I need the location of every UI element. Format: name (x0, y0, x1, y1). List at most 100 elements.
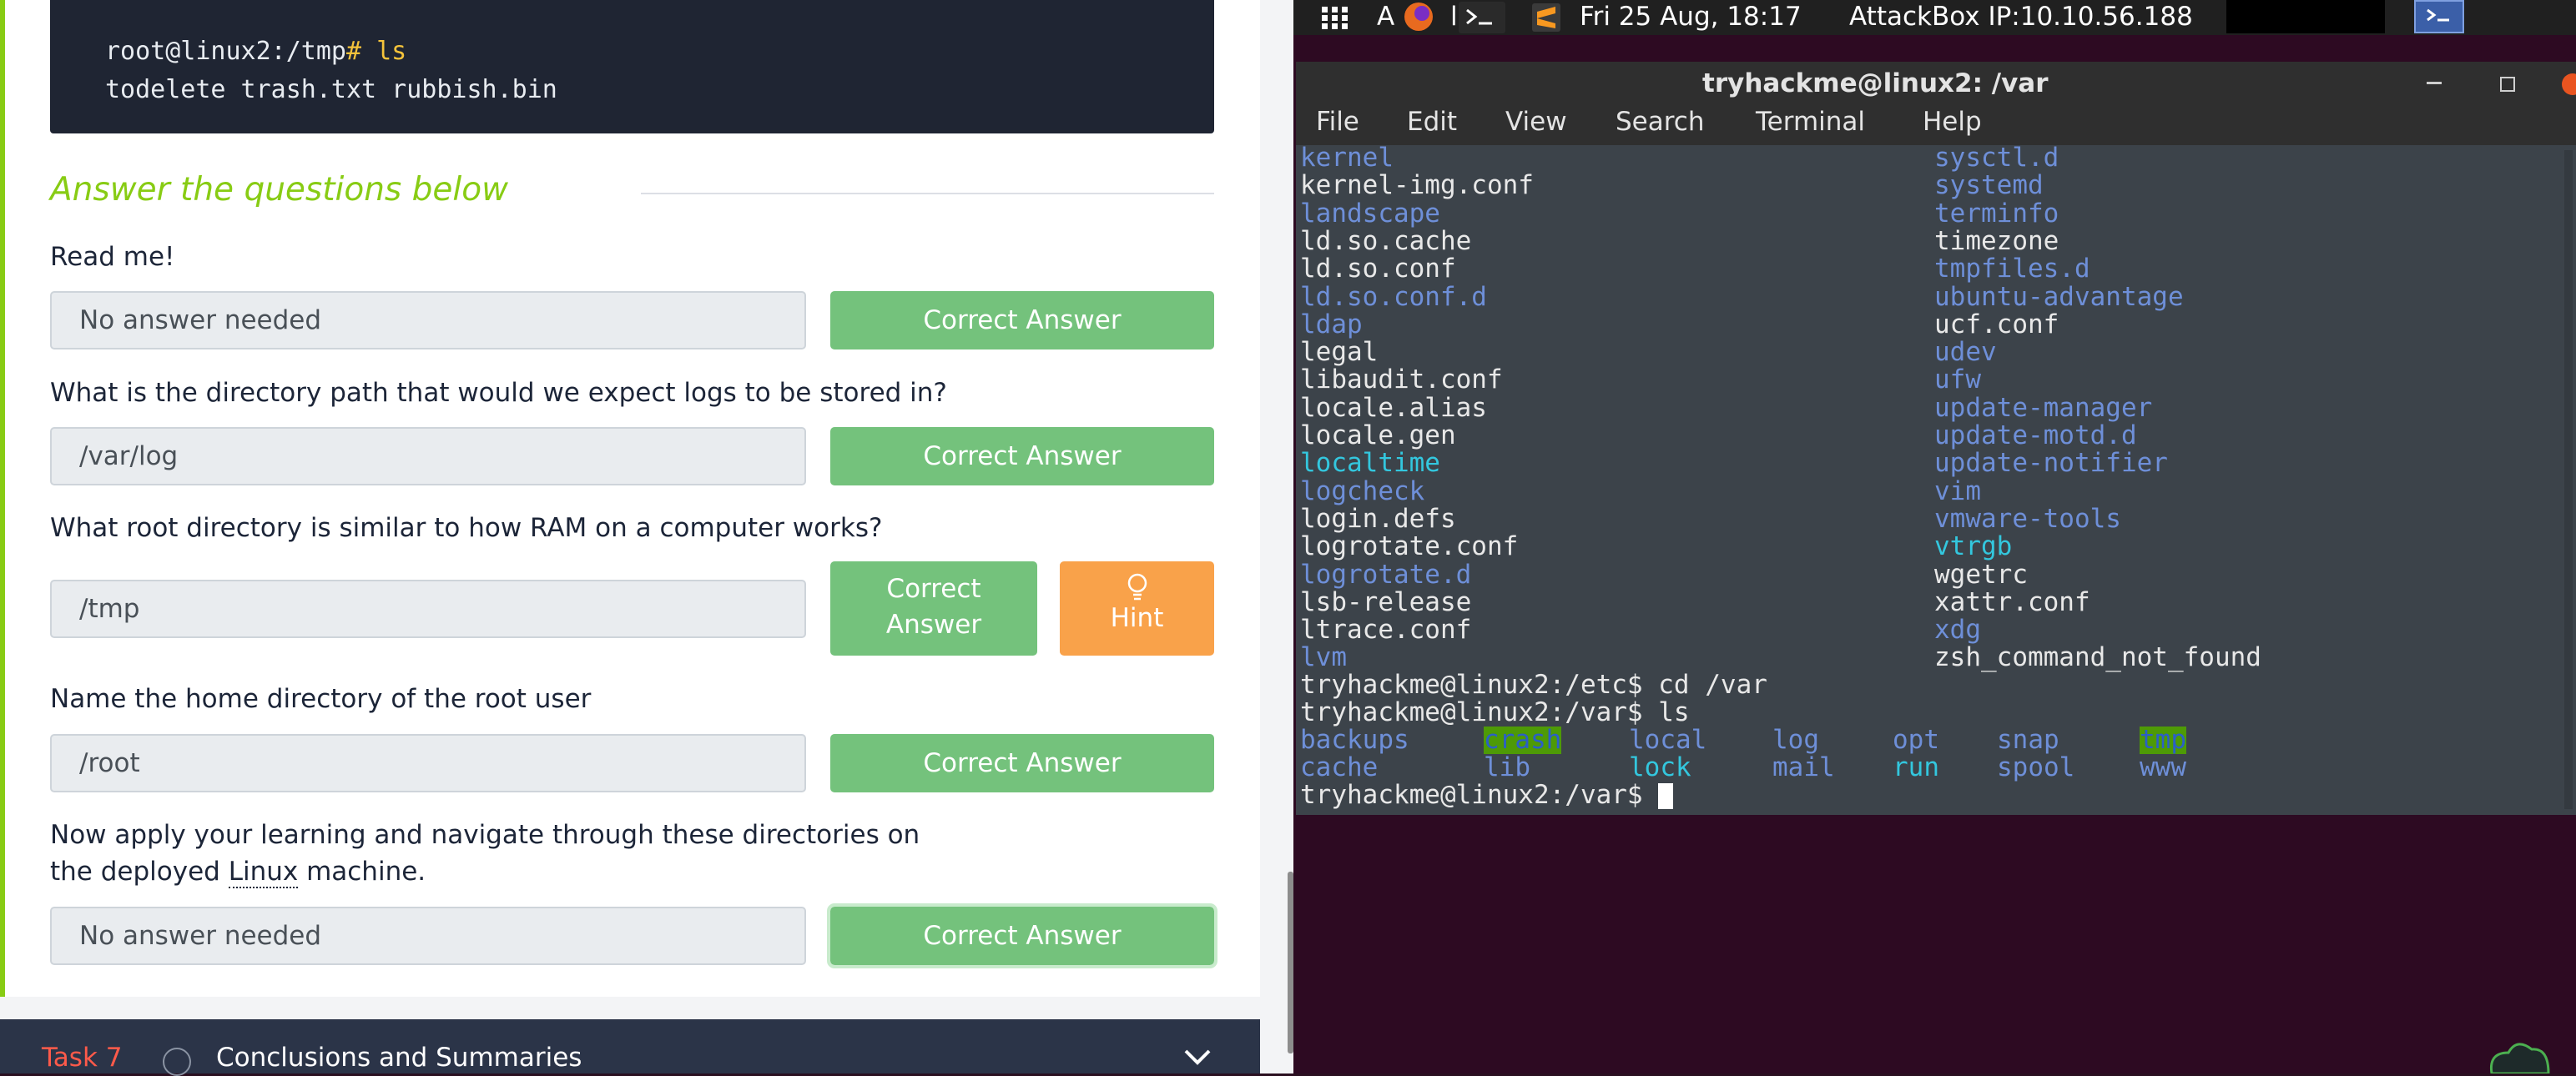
terminal-entry: timezone (1934, 225, 2059, 256)
terminal-var-entry: tmp (2140, 725, 2186, 755)
terminal-entry: sysctl.d (1934, 143, 2059, 173)
terminal-var-entry: crash (1484, 725, 1562, 755)
blacked-out-area (2226, 0, 2385, 33)
terminal-prompt-line[interactable]: tryhackme@linux2:/var$ (1300, 780, 1674, 810)
terminal-var-entry: opt (1893, 725, 1939, 755)
terminal-entry: kernel (1300, 143, 1394, 173)
menu-search[interactable]: Search (1616, 107, 1705, 137)
terminal-var-entry: lock (1629, 752, 1691, 782)
firefox-icon[interactable] (1394, 0, 1445, 33)
linux-term-link[interactable]: Linux (228, 857, 299, 888)
terminal-var-entry: spool (1997, 752, 2075, 782)
code-prompt: root@linux2:/tmp (105, 37, 346, 66)
answer-5-input[interactable]: No answer needed (50, 907, 806, 965)
answer-1-input[interactable]: No answer needed (50, 291, 806, 349)
correct-answer-line2: Answer (885, 610, 982, 640)
terminal-var-entry: log (1772, 725, 1819, 755)
terminal-var-entry: run (1893, 752, 1939, 782)
question-3-text: What root directory is similar to how RA… (50, 513, 883, 543)
terminal-entry: lvm (1300, 642, 1347, 673)
menu-view[interactable]: View (1505, 107, 1567, 137)
terminal-entry: udev (1934, 337, 1997, 368)
question-1-text: Read me! (50, 242, 175, 272)
terminal-entry: vim (1934, 475, 1981, 506)
terminal-entry: update-notifier (1934, 448, 2168, 479)
terminal-entry: tmpfiles.d (1934, 254, 2090, 284)
terminal-var-entry: local (1629, 725, 1707, 755)
terminal-entry: ucf.conf (1934, 309, 2059, 339)
terminal-entry: wgetrc (1934, 559, 2028, 590)
menu-help[interactable]: Help (1923, 107, 1982, 137)
q5-post: machine. (298, 857, 426, 887)
terminal-entry: ldap (1300, 309, 1363, 339)
terminal-entry: update-manager (1934, 392, 2153, 423)
correct-answer-line1: Correct (886, 574, 981, 604)
terminal-scrollbar[interactable] (2564, 150, 2573, 809)
terminal-entry: vtrgb (1934, 531, 2013, 562)
heading-divider (641, 193, 1214, 194)
minimize-icon[interactable] (2427, 82, 2442, 84)
answer-2-input[interactable]: /var/log (50, 427, 806, 485)
applications-menu-label[interactable]: A (1377, 2, 1394, 32)
terminal-var-entry: snap (1997, 725, 2059, 755)
question-4-text: Name the home directory of the root user (50, 684, 592, 714)
terminal-entry: systemd (1934, 170, 2044, 201)
sublime-text-icon[interactable] (1532, 3, 1560, 32)
hint-label: Hint (1110, 603, 1164, 633)
correct-answer-button-5[interactable]: Correct Answer (827, 903, 1217, 968)
q5-pre: the deployed (50, 857, 229, 887)
code-command: ls (376, 37, 407, 66)
correct-answer-button-4[interactable]: Correct Answer (830, 734, 1214, 792)
terminal-var-entry: www (2140, 752, 2186, 782)
correct-answer-button-1[interactable]: Correct Answer (830, 291, 1214, 349)
left-scrollbar[interactable] (1288, 872, 1293, 1053)
terminal-entry: ubuntu-advantage (1934, 281, 2184, 312)
terminal-entry: xattr.conf (1934, 586, 2090, 617)
clock[interactable]: Fri 25 Aug, 18:17 (1580, 2, 1802, 32)
terminal-entry: ld.so.conf.d (1300, 281, 1487, 312)
terminal-entry: ltrace.conf (1300, 615, 1472, 646)
menu-edit[interactable]: Edit (1407, 107, 1457, 137)
lightbulb-icon (1127, 573, 1147, 601)
terminal-entry: zsh_command_not_found (1934, 642, 2261, 673)
maximize-icon[interactable] (2498, 75, 2517, 93)
menu-file[interactable]: File (1316, 107, 1359, 137)
question-5-text-line1: Now apply your learning and navigate thr… (50, 820, 920, 850)
answer-3-input[interactable]: /tmp (50, 580, 806, 638)
code-block: root@linux2:/tmp# ls todelete trash.txt … (50, 0, 1214, 133)
answer-4-input[interactable]: /root (50, 734, 806, 792)
terminal-entry: lsb-release (1300, 586, 1472, 617)
terminal-entry: xdg (1934, 615, 1981, 646)
terminal-cursor (1658, 783, 1674, 809)
task-7-title: Conclusions and Summaries (216, 1043, 582, 1073)
chevron-down-icon[interactable] (1181, 1044, 1214, 1069)
answers-heading: Answer the questions below (50, 171, 508, 209)
correct-answer-button-2[interactable]: Correct Answer (830, 427, 1214, 485)
question-2-text: What is the directory path that would we… (50, 378, 947, 408)
menu-terminal[interactable]: Terminal (1756, 107, 1865, 137)
terminal-entry: vmware-tools (1934, 503, 2121, 534)
terminal-entry: landscape (1300, 198, 1440, 229)
terminal-entry: logrotate.conf (1300, 531, 1519, 562)
hint-button[interactable]: Hint (1060, 561, 1214, 656)
terminal-entry: ld.so.cache (1300, 225, 1472, 256)
terminal-prompt: tryhackme@linux2:/var$ (1300, 780, 1659, 810)
active-terminal-window-icon[interactable] (2414, 0, 2464, 33)
apps-grid-icon[interactable] (1320, 3, 1350, 32)
terminal-cmd-cd: tryhackme@linux2:/etc$ cd /var (1300, 670, 1767, 700)
terminal-entry: locale.alias (1300, 392, 1487, 423)
terminal-var-entry: mail (1772, 752, 1835, 782)
attackbox-ip: AttackBox IP:10.10.56.188 (1849, 2, 2193, 32)
terminal-var-entry: cache (1300, 752, 1379, 782)
task-7-number: Task 7 (42, 1043, 123, 1073)
code-output: todelete trash.txt rubbish.bin (105, 75, 557, 104)
terminal-var-entry: lib (1484, 752, 1530, 782)
correct-answer-button-3[interactable]: Correct Answer (830, 561, 1037, 656)
terminal-entry: ufw (1934, 365, 1981, 395)
terminal-entry: locale.gen (1300, 420, 1456, 450)
terminal-entry: ld.so.conf (1300, 254, 1456, 284)
terminal-entry: localtime (1300, 448, 1440, 479)
terminal-entry: logrotate.d (1300, 559, 1472, 590)
terminal-launcher-icon[interactable] (1459, 2, 1505, 33)
task-status-circle-icon (163, 1048, 191, 1076)
